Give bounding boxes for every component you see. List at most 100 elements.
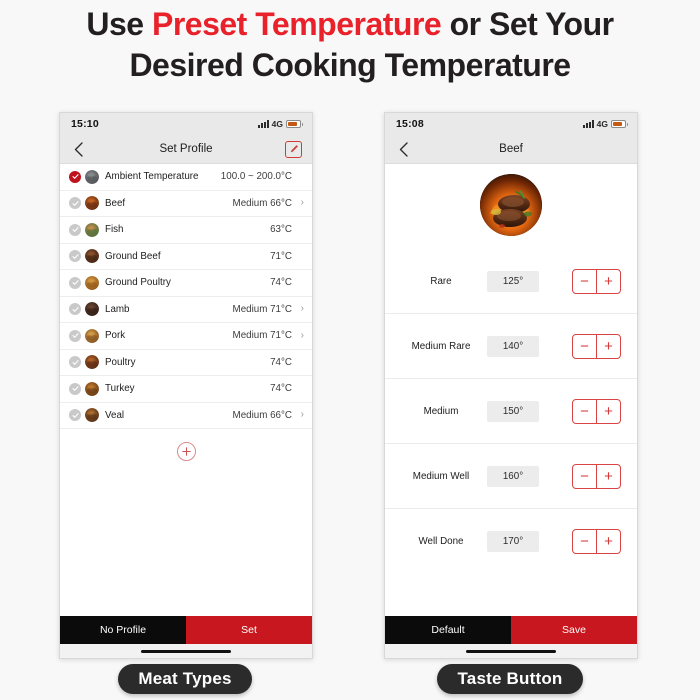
- bottom-bar-left: No Profile Set: [60, 616, 312, 644]
- increment-button[interactable]: +: [597, 465, 620, 488]
- profile-checkmark-icon[interactable]: [69, 170, 81, 183]
- profile-row[interactable]: Turkey74°C›: [60, 376, 312, 403]
- default-button[interactable]: Default: [385, 616, 511, 644]
- status-indicators: 4G: [582, 119, 628, 129]
- doneness-temperature-field[interactable]: 140°: [487, 335, 539, 357]
- save-button[interactable]: Save: [511, 616, 637, 644]
- doneness-label: Medium: [423, 405, 459, 417]
- add-profile-row: [60, 429, 312, 461]
- pork-thumb: [85, 328, 99, 343]
- veal-thumb: [85, 408, 99, 423]
- set-button[interactable]: Set: [186, 616, 312, 644]
- ambient-thumb: [85, 169, 99, 184]
- profile-label: Ground Poultry: [105, 277, 171, 289]
- increment-button[interactable]: +: [597, 400, 620, 423]
- temperature-stepper[interactable]: − +: [572, 333, 621, 359]
- page-title: Use Preset Temperature or Set Your Desir…: [0, 4, 700, 86]
- doneness-temperature-field[interactable]: 125°: [487, 270, 539, 292]
- battery-icon: [611, 120, 628, 128]
- profile-label: Veal: [105, 409, 125, 421]
- headline-part-1: Use: [86, 6, 152, 42]
- temperature-stepper[interactable]: − +: [572, 398, 621, 424]
- profile-list: Ambient Temperature 100.0 ~ 200.0°C › Beef M…: [60, 164, 312, 429]
- decrement-button[interactable]: −: [573, 269, 597, 293]
- screen-right: Rare 125° − + Medium Rare 140° − + Medium 150° − + M…: [385, 164, 637, 616]
- doneness-row: Well Done 170° − +: [385, 509, 637, 574]
- turkey-thumb: [85, 381, 99, 396]
- nav-title-left: Set Profile: [159, 143, 213, 155]
- profile-checkmark-icon[interactable]: [69, 329, 81, 342]
- profile-value: Medium 66°C: [232, 197, 292, 209]
- decrement-button[interactable]: −: [573, 464, 597, 488]
- profile-checkmark-icon[interactable]: [69, 303, 81, 316]
- doneness-temperature-field[interactable]: 170°: [487, 531, 539, 552]
- chevron-right-icon[interactable]: ›: [295, 410, 304, 420]
- headline-line-1: Use Preset Temperature or Set Your: [0, 4, 700, 45]
- doneness-row: Rare 125° − +: [385, 249, 637, 314]
- chevron-right-icon[interactable]: ›: [295, 330, 304, 341]
- increment-button[interactable]: +: [597, 270, 620, 293]
- status-time: 15:10: [71, 118, 99, 130]
- grilled-steak-photo: [480, 174, 542, 236]
- increment-button[interactable]: +: [597, 335, 620, 358]
- chevron-right-icon[interactable]: ›: [295, 198, 304, 208]
- signal-bars-icon: [257, 120, 269, 128]
- doneness-label: Well Done: [418, 536, 464, 547]
- profile-label: Lamb: [105, 303, 130, 315]
- profile-row[interactable]: Fish63°C›: [60, 217, 312, 244]
- doneness-row: Medium 150° − +: [385, 379, 637, 444]
- headline-part-2: or Set Your: [441, 6, 615, 42]
- profile-row[interactable]: Ground Poultry74°C›: [60, 270, 312, 297]
- profile-value: 74°C: [270, 356, 292, 368]
- increment-button[interactable]: +: [597, 530, 620, 553]
- promo-page: Use Preset Temperature or Set Your Desir…: [0, 0, 700, 700]
- profile-row[interactable]: Ground Beef71°C›: [60, 244, 312, 270]
- doneness-temperature-field[interactable]: 150°: [487, 400, 539, 422]
- bottom-bar-right: Default Save: [385, 616, 637, 644]
- network-type-label: 4G: [271, 119, 283, 129]
- temperature-stepper[interactable]: − +: [572, 463, 621, 489]
- screen-left: Ambient Temperature 100.0 ~ 200.0°C › Beef M…: [60, 164, 312, 616]
- profile-checkmark-icon[interactable]: [69, 356, 81, 369]
- profile-label: Ground Beef: [105, 250, 161, 262]
- status-indicators: 4G: [257, 119, 303, 129]
- profile-value: 71°C: [270, 250, 292, 262]
- decrement-button[interactable]: −: [573, 399, 597, 423]
- hero-image-wrap: [385, 164, 637, 249]
- doneness-label: Rare: [430, 275, 452, 287]
- profile-value: Medium 71°C: [232, 330, 292, 342]
- no-profile-button[interactable]: No Profile: [60, 616, 186, 644]
- profile-row[interactable]: Pork Medium 71°C ›: [60, 323, 312, 350]
- profile-row[interactable]: Lamb Medium 71°C ›: [60, 297, 312, 323]
- chevron-right-icon[interactable]: ›: [295, 304, 304, 314]
- temperature-stepper[interactable]: − +: [572, 268, 621, 294]
- profile-row[interactable]: Beef Medium 66°C ›: [60, 191, 312, 217]
- profile-checkmark-icon[interactable]: [69, 382, 81, 395]
- profile-checkmark-icon[interactable]: [69, 409, 81, 422]
- doneness-label: Medium Well: [412, 470, 470, 482]
- nav-bar-left: Set Profile: [60, 135, 312, 164]
- temperature-stepper[interactable]: − +: [572, 529, 621, 554]
- profile-checkmark-icon[interactable]: [69, 197, 81, 210]
- decrement-button[interactable]: −: [573, 530, 597, 553]
- profile-value: Medium 71°C: [232, 303, 292, 315]
- doneness-list: Rare 125° − + Medium Rare 140° − + Medium 150° − + M…: [385, 249, 637, 574]
- profile-label: Ambient Temperature: [105, 171, 199, 183]
- signal-bars-icon: [582, 120, 594, 128]
- lamb-thumb: [85, 302, 99, 317]
- edit-pencil-icon[interactable]: [285, 140, 302, 158]
- profile-checkmark-icon[interactable]: [69, 250, 81, 263]
- plus-circle-icon[interactable]: [176, 442, 196, 461]
- profile-row[interactable]: Ambient Temperature100.0 ~ 200.0°C›: [60, 164, 312, 191]
- profile-row[interactable]: Veal Medium 66°C ›: [60, 403, 312, 429]
- phone-screenshot-taste-button: 15:08 4G Beef Rare 125° − + Medium Rare …: [384, 112, 638, 659]
- profile-row[interactable]: Poultry74°C›: [60, 350, 312, 376]
- decrement-button[interactable]: −: [573, 334, 597, 358]
- beef-thumb: [85, 196, 99, 211]
- doneness-temperature-field[interactable]: 160°: [487, 465, 539, 487]
- ground-poultry-thumb: [85, 275, 99, 290]
- profile-label: Pork: [105, 330, 126, 342]
- profile-value: Medium 66°C: [232, 409, 292, 421]
- profile-checkmark-icon[interactable]: [69, 276, 81, 289]
- profile-checkmark-icon[interactable]: [69, 223, 81, 236]
